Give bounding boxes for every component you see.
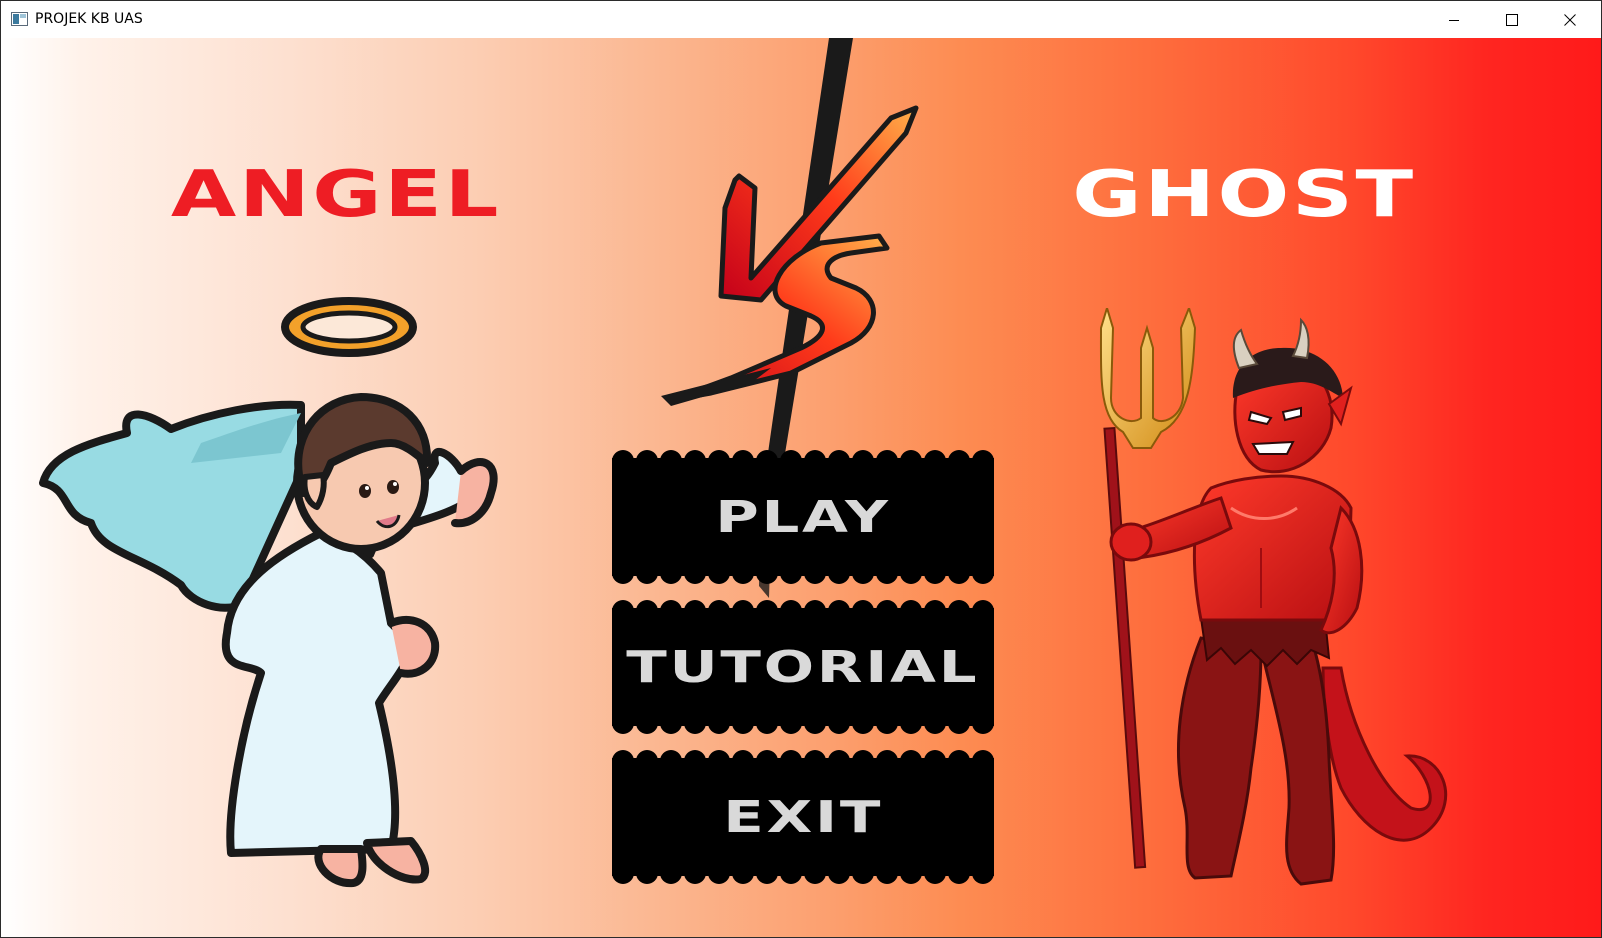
app-icon bbox=[11, 12, 28, 26]
ghost-label: GHOST bbox=[1072, 158, 1416, 232]
play-button-label: PLAY bbox=[715, 491, 891, 543]
main-menu-scene: ANGEL GHOST PLAY TUTORIAL EXIT bbox=[1, 38, 1601, 937]
exit-button[interactable]: EXIT bbox=[612, 750, 994, 884]
angel-character bbox=[39, 297, 498, 888]
window-title: PROJEK KB UAS bbox=[35, 11, 143, 27]
close-button[interactable] bbox=[1541, 1, 1599, 38]
maximize-button[interactable] bbox=[1483, 1, 1541, 38]
angel-label: ANGEL bbox=[170, 158, 502, 232]
tutorial-button[interactable]: TUTORIAL bbox=[612, 600, 994, 734]
tutorial-button-label: TUTORIAL bbox=[626, 641, 980, 693]
play-button[interactable]: PLAY bbox=[612, 450, 994, 584]
close-icon bbox=[1564, 13, 1576, 26]
minimize-icon bbox=[1449, 19, 1459, 21]
title-bar[interactable]: PROJEK KB UAS bbox=[1, 1, 1601, 38]
game-window: PROJEK KB UAS ANGEL GHOST PLAY TUTORIAL … bbox=[0, 0, 1602, 938]
ghost-character bbox=[1099, 308, 1448, 886]
exit-button-label: EXIT bbox=[723, 791, 883, 843]
minimize-button[interactable] bbox=[1425, 1, 1483, 38]
maximize-icon bbox=[1506, 13, 1518, 26]
